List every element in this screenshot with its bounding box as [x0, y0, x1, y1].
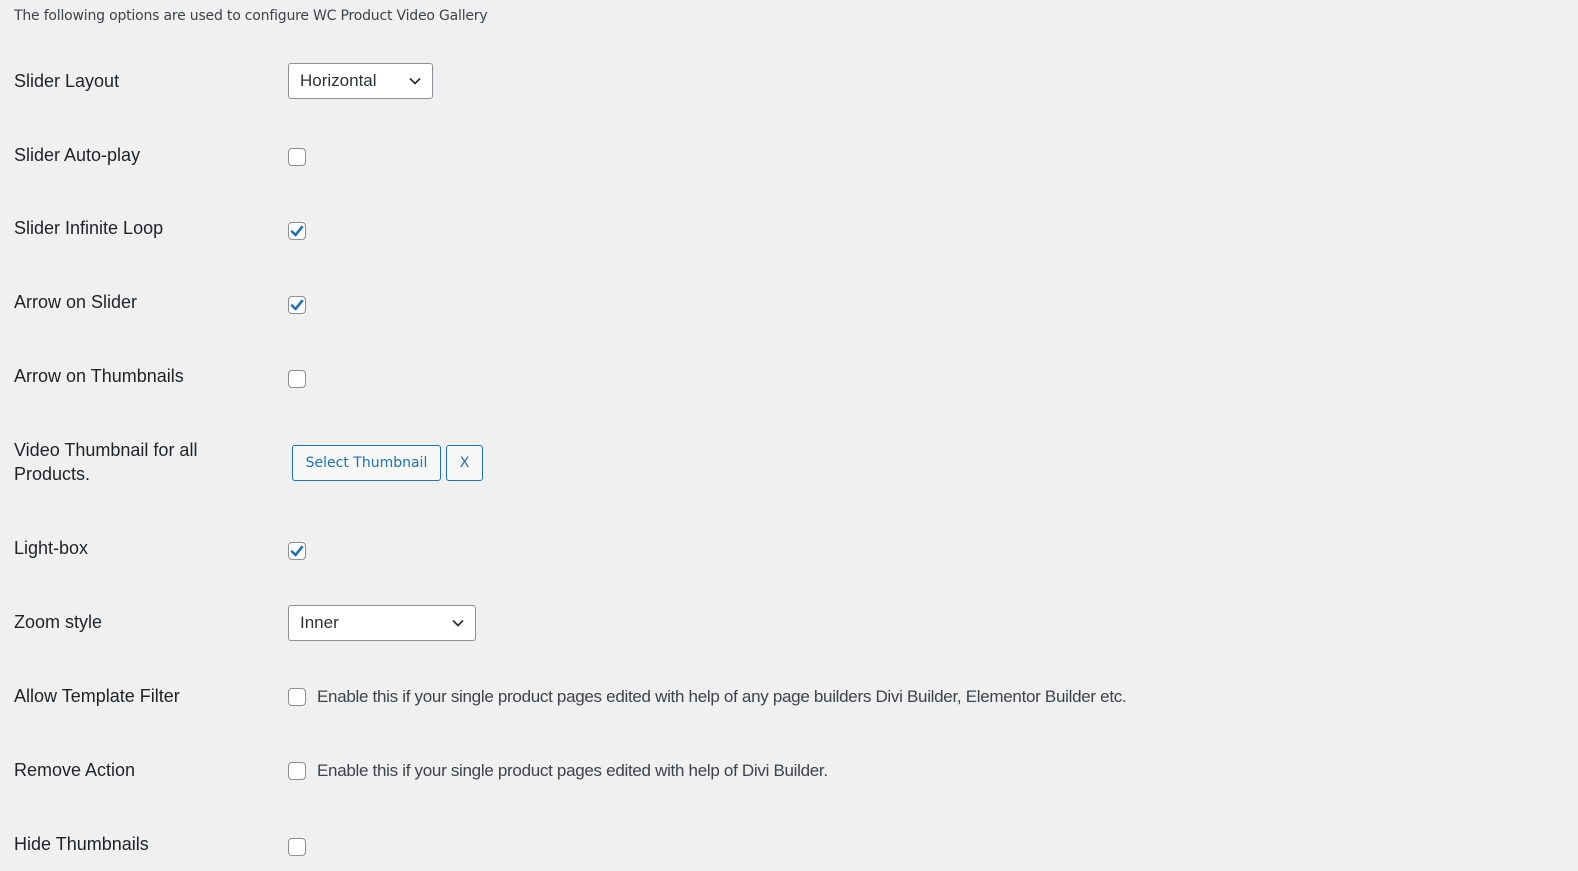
remove-action-label: Remove Action: [14, 760, 136, 780]
slider-autoplay-label: Slider Auto-play: [14, 145, 141, 165]
zoom-style-label: Zoom style: [14, 612, 103, 632]
slider-layout-label: Slider Layout: [14, 71, 120, 91]
allow-template-filter-checkbox[interactable]: [288, 688, 306, 706]
hide-thumbnails-label: Hide Thumbnails: [14, 834, 149, 854]
zoom-style-select[interactable]: Inner: [288, 605, 476, 641]
arrow-on-slider-checkbox[interactable]: [288, 296, 306, 314]
slider-infinite-loop-checkbox[interactable]: [288, 222, 306, 240]
video-thumbnail-label: Video Thumbnail for all Products.: [14, 440, 198, 484]
arrow-on-thumbnails-label: Arrow on Thumbnails: [14, 366, 184, 386]
slider-autoplay-checkbox[interactable]: [288, 148, 306, 166]
remove-thumbnail-button[interactable]: X: [446, 445, 483, 481]
slider-infinite-loop-label: Slider Infinite Loop: [14, 218, 164, 238]
arrow-on-slider-label: Arrow on Slider: [14, 292, 138, 312]
chevron-down-icon: [409, 77, 421, 85]
zoom-style-value: Inner: [300, 613, 339, 632]
allow-template-filter-label: Allow Template Filter: [14, 686, 180, 706]
checkmark-icon: [290, 299, 304, 311]
slider-layout-value: Horizontal: [300, 71, 377, 90]
checkmark-icon: [290, 225, 304, 237]
lightbox-checkbox[interactable]: [288, 542, 306, 560]
remove-action-description: Enable this if your single product pages…: [317, 761, 828, 780]
arrow-on-thumbnails-checkbox[interactable]: [288, 370, 306, 388]
slider-layout-select[interactable]: Horizontal: [288, 63, 433, 99]
checkmark-icon: [290, 545, 304, 557]
intro-text: The following options are used to config…: [14, 8, 488, 24]
allow-template-filter-description: Enable this if your single product pages…: [317, 687, 1127, 706]
remove-action-checkbox[interactable]: [288, 762, 306, 780]
lightbox-label: Light-box: [14, 538, 89, 558]
select-thumbnail-button[interactable]: Select Thumbnail: [292, 445, 441, 481]
chevron-down-icon: [452, 619, 464, 627]
hide-thumbnails-checkbox[interactable]: [288, 838, 306, 856]
